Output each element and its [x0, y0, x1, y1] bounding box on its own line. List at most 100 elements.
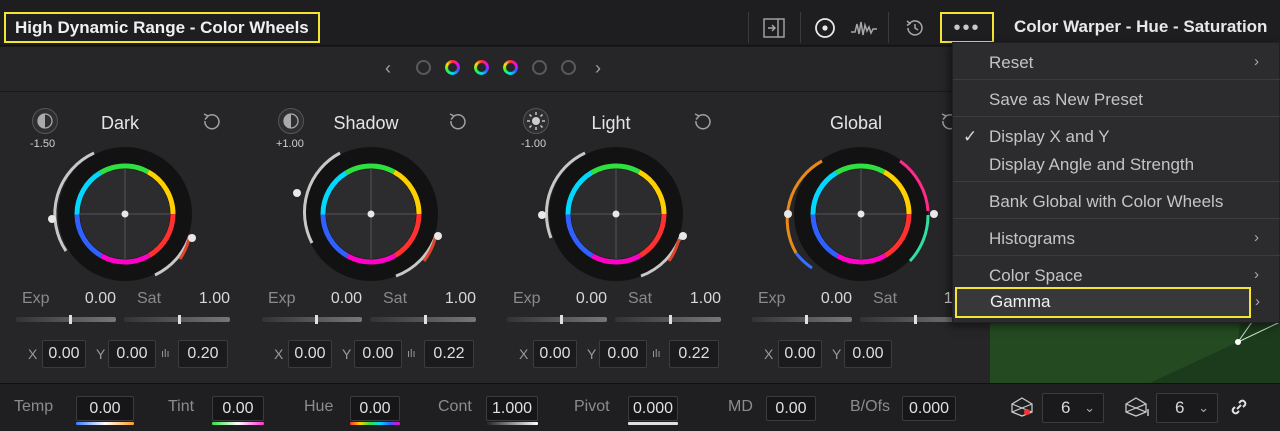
pivot-gradient — [628, 422, 678, 425]
exp-slider[interactable] — [16, 315, 116, 324]
chevron-right-icon: › — [1255, 293, 1260, 310]
cont-label: Cont — [438, 398, 472, 415]
sat-value[interactable]: 1.00 — [432, 290, 476, 308]
falloff-field[interactable]: 0.20 — [178, 340, 228, 368]
xy-row: X 0.00 Y 0.00 ılı 0.20 — [14, 340, 240, 368]
hue-resolution-select[interactable]: 6 ⌄ — [1042, 393, 1104, 423]
pivot-field[interactable]: 0.000 — [628, 396, 678, 421]
x-field[interactable]: 0.00 — [42, 340, 86, 368]
sat-slider[interactable] — [370, 315, 476, 324]
color-wheels-panel: ‹ › -1.50 Dark Exp 0.00 Sat 1.00 X 0.00 … — [0, 47, 990, 383]
bofs-field[interactable]: 0.000 — [902, 396, 956, 421]
color-wheel[interactable] — [766, 143, 946, 283]
sat-slider[interactable] — [124, 315, 230, 324]
pivot-label: Pivot — [574, 398, 610, 415]
page-title: High Dynamic Range - Color Wheels — [4, 12, 320, 43]
falloff-field[interactable]: 0.22 — [669, 340, 719, 368]
menu-separator — [953, 218, 1280, 219]
history-icon[interactable] — [900, 12, 930, 43]
falloff-field[interactable]: 0.22 — [424, 340, 474, 368]
chevron-right-icon: › — [1254, 266, 1259, 283]
sat-slider[interactable] — [860, 315, 966, 324]
page-dot[interactable] — [561, 60, 576, 75]
y-label: Y — [342, 346, 352, 362]
menu-item-gamma[interactable]: Gamma — [955, 287, 1251, 318]
x-field[interactable]: 0.00 — [288, 340, 332, 368]
page-dot-active[interactable] — [503, 60, 518, 75]
link-icon[interactable] — [1228, 396, 1250, 423]
color-wheel[interactable] — [30, 143, 210, 283]
exp-label: Exp — [513, 290, 541, 307]
sat-resolution-icon — [1124, 396, 1150, 423]
exp-value[interactable]: 0.00 — [74, 290, 116, 308]
exp-value[interactable]: 0.00 — [320, 290, 362, 308]
color-warper-title: Color Warper - Hue - Saturation — [1014, 17, 1268, 36]
menu-separator — [953, 79, 1280, 80]
menu-item-label: Display Angle and Strength — [989, 155, 1195, 174]
exp-label: Exp — [758, 290, 786, 307]
panel-header: High Dynamic Range - Color Wheels ••• Co… — [0, 0, 1280, 46]
tint-gradient — [212, 422, 264, 425]
exp-slider[interactable] — [262, 315, 362, 324]
exp-value[interactable]: 0.00 — [565, 290, 607, 308]
sat-value[interactable]: 1.00 — [186, 290, 230, 308]
y-field[interactable]: 0.00 — [599, 340, 647, 368]
chevron-right-icon: › — [1254, 229, 1259, 246]
bofs-label: B/Ofs — [850, 398, 891, 415]
sat-resolution-select[interactable]: 6 ⌄ — [1156, 393, 1218, 423]
y-field[interactable]: 0.00 — [354, 340, 402, 368]
chevron-down-icon: ⌄ — [1084, 400, 1095, 415]
md-field[interactable]: 0.00 — [766, 396, 816, 421]
color-warper-viewer[interactable] — [990, 322, 1280, 383]
exp-slider[interactable] — [752, 315, 852, 324]
page-dot-active[interactable] — [474, 60, 489, 75]
y-field[interactable]: 0.00 — [844, 340, 892, 368]
md-label: MD — [728, 398, 753, 415]
x-field[interactable]: 0.00 — [778, 340, 822, 368]
undo-icon[interactable] — [446, 111, 468, 133]
temp-gradient — [76, 422, 134, 425]
sidebar-toggle-icon[interactable] — [758, 12, 790, 43]
more-options-button[interactable]: ••• — [940, 12, 994, 43]
exp-sat-row: Exp 0.00 Sat 1.00 — [14, 290, 240, 324]
exp-value[interactable]: 0.00 — [810, 290, 852, 308]
xy-row: X 0.00 Y 0.00 ılı 0.22 — [505, 340, 731, 368]
exp-sat-row: Exp 0.00 Sat 1.0 — [750, 290, 976, 324]
undo-icon[interactable] — [691, 111, 713, 133]
wheels-mode-icon[interactable] — [810, 12, 840, 43]
hue-gradient — [350, 422, 400, 425]
sat-value[interactable]: 1.00 — [677, 290, 721, 308]
page-selector: ‹ › — [0, 47, 990, 92]
toolbar-separator — [888, 12, 889, 43]
page-dot[interactable] — [532, 60, 547, 75]
menu-item-label: Display X and Y — [989, 127, 1110, 146]
tint-field[interactable]: 0.00 — [212, 396, 264, 421]
undo-icon[interactable] — [200, 111, 222, 133]
wheel-shadow: +1.00 Shadow Exp 0.00 Sat 1.00 X 0.00 Y … — [246, 105, 486, 375]
select-value: 6 — [1175, 398, 1185, 417]
sat-label: Sat — [628, 290, 653, 307]
sat-label: Sat — [137, 290, 162, 307]
menu-separator — [953, 255, 1280, 256]
exp-sat-row: Exp 0.00 Sat 1.00 — [260, 290, 486, 324]
temp-field[interactable]: 0.00 — [76, 396, 134, 421]
exp-sat-row: Exp 0.00 Sat 1.00 — [505, 290, 731, 324]
chevron-right-icon: › — [1254, 53, 1259, 70]
chevron-left-icon[interactable]: ‹ — [385, 59, 391, 77]
xy-row: X 0.00 Y 0.00 — [750, 340, 976, 368]
y-field[interactable]: 0.00 — [108, 340, 156, 368]
x-field[interactable]: 0.00 — [533, 340, 577, 368]
waveform-icon[interactable] — [847, 12, 881, 43]
wheel-global: Global Exp 0.00 Sat 1.0 — [736, 105, 976, 375]
chevron-right-icon[interactable]: › — [595, 59, 601, 77]
menu-item-label: Gamma — [990, 292, 1051, 311]
cont-field[interactable]: 1.000 — [486, 396, 538, 421]
hue-field[interactable]: 0.00 — [350, 396, 400, 421]
page-dot[interactable] — [416, 60, 431, 75]
page-dot-active[interactable] — [445, 60, 460, 75]
sat-slider[interactable] — [615, 315, 721, 324]
exp-slider[interactable] — [507, 315, 607, 324]
chevron-down-icon: ⌄ — [1198, 400, 1209, 415]
color-wheel[interactable] — [521, 143, 701, 283]
color-wheel[interactable] — [276, 143, 456, 283]
